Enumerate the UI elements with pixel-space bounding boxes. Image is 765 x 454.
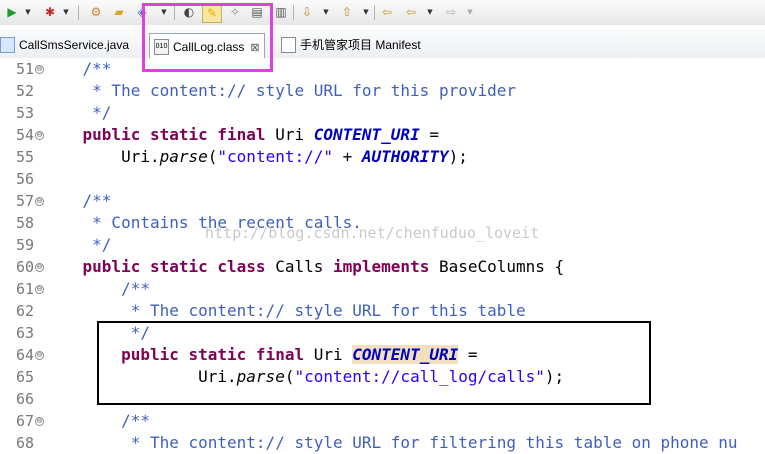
line-number: 66 [15,390,34,408]
debug-dropdown-icon[interactable]: ▼ [62,3,70,21]
line-number: 54 [15,126,34,144]
code-line: 54 ⊖ public static final Uri CONTENT_URI… [0,124,765,146]
back-icon[interactable]: ⇦ [402,3,420,21]
fold-toggle-icon[interactable]: ⊖ [35,417,44,426]
class-name: Calls [265,257,333,276]
tab-callsmsservice[interactable]: CallSmsService.java [0,34,129,55]
code-punct: + [333,147,362,166]
next-annotation-icon[interactable]: ⇩ [298,3,316,21]
forward-icon[interactable]: ⇨ [442,3,460,21]
open-folder-icon[interactable]: ▰ [110,3,128,21]
fold-toggle-icon[interactable]: ⊖ [35,131,44,140]
code-line: 57 ⊖ /** [0,190,765,212]
code-text: Uri.parse("content://" + AUTHORITY); [44,147,468,166]
method-name: parse [159,147,208,166]
tab-label: CallSmsService.java [19,37,130,52]
keyword: implements [333,257,430,276]
line-number: 62 [15,302,34,320]
line-number: 60 [15,258,34,276]
field-name: CONTENT_URI [313,125,420,144]
code-text: public static class Calls implements Bas… [44,257,565,276]
code-text: * The content:// style URL for this tabl… [44,301,526,320]
prev-annotation-dropdown-icon[interactable]: ▼ [362,3,370,21]
fold-toggle-icon[interactable]: ⊖ [35,263,44,272]
code-line: 61 ⊖ /** [0,278,765,300]
line-number: 55 [15,148,34,166]
block-selection-icon[interactable]: ▥ [272,3,290,21]
line-number: 56 [15,170,34,188]
fold-toggle-icon[interactable]: ⊖ [35,197,44,206]
code-text: /** [44,59,112,78]
code-punct: ); [448,147,468,166]
tab-label: 手机管家项目 Manifest [300,38,421,52]
code-punct: = [419,125,439,144]
code-text: /** [44,191,112,210]
toolbar-separator [293,5,294,20]
toolbar: ▶ ▼ ✱ ▼ ⚙ ▰ ◈ ▼ ◐ ✎ ✧ ▤ ▥ ⇩ ▼ ⇧ ▼ ⇦ ⇦ ▼ … [0,0,765,26]
line-number: 59 [15,236,34,254]
code-text: * The content:// style URL for this prov… [44,81,517,100]
code-punct: BaseColumns { [429,257,565,276]
back-dropdown-icon[interactable]: ▼ [426,3,434,21]
code-line: 67 ⊖ /** [0,410,765,432]
code-line: 53 */ [0,102,765,124]
code-line: 62 * The content:// style URL for this t… [0,300,765,322]
code-text: /** [44,411,150,430]
line-number: 63 [15,324,34,342]
toolbar-separator [374,5,375,20]
line-number: 61 [15,280,34,298]
toolbar-separator [78,5,79,20]
code-line: 68 * The content:// style URL for filter… [0,432,765,454]
code-line: 52 * The content:// style URL for this p… [0,80,765,102]
fold-toggle-icon[interactable]: ⊖ [35,65,44,74]
line-number: 57 [15,192,34,210]
last-edit-icon[interactable]: ⇦ [378,3,396,21]
tab-highlight-box [142,3,273,72]
line-number: 58 [15,214,34,232]
line-number: 65 [15,368,34,386]
line-number: 68 [15,434,34,452]
debug-icon[interactable]: ✱ [41,3,59,21]
code-line: 55 Uri.parse("content://" + AUTHORITY); [0,146,765,168]
keyword: public static final [82,125,266,144]
line-number: 52 [15,82,34,100]
code-text: * The content:// style URL for filtering… [44,433,738,452]
line-number: 64 [15,346,34,364]
new-server-icon[interactable]: ⚙ [87,3,105,21]
annotation-box [97,321,651,405]
run-icon[interactable]: ▶ [3,3,21,21]
forward-dropdown-icon[interactable]: ▼ [466,3,474,21]
tab-manifest[interactable]: 手机管家项目 Manifest [281,34,421,55]
line-number: 51 [15,60,34,78]
string-literal: "content://" [217,147,333,166]
keyword: public static class [82,257,266,276]
run-dropdown-icon[interactable]: ▼ [24,3,32,21]
manifest-file-icon [281,36,296,53]
line-number: 53 [15,104,34,122]
code-text: /** [44,279,150,298]
fold-toggle-icon[interactable]: ⊖ [35,285,44,294]
code-text: */ [44,103,112,122]
field-name: AUTHORITY [361,147,449,166]
code-prefix: Uri. [44,147,160,166]
code-punct: ( [207,147,218,166]
java-file-icon [0,36,15,53]
next-annotation-dropdown-icon[interactable]: ▼ [322,3,330,21]
fold-toggle-icon[interactable]: ⊖ [35,351,44,360]
code-line: 60 ⊖ public static class Calls implement… [0,256,765,278]
code-text: public static final Uri CONTENT_URI = [44,125,439,144]
watermark: http://blog.csdn.net/chenfuduo_loveit [205,224,540,242]
type-name: Uri [265,125,314,144]
code-line: 56 [0,168,765,190]
prev-annotation-icon[interactable]: ⇧ [338,3,356,21]
line-number: 67 [15,412,34,430]
code-line: 51 ⊖ /** [0,58,765,80]
code-text: */ [44,235,112,254]
